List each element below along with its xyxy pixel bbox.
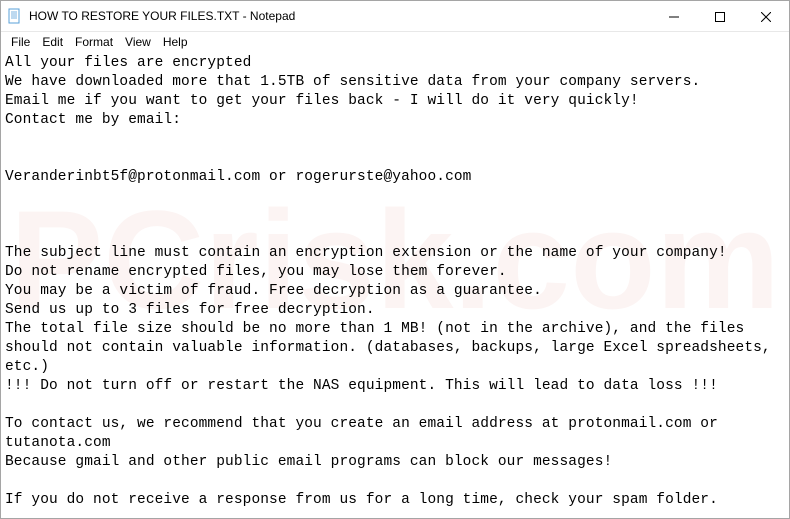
text-area[interactable]: All your files are encrypted We have dow… — [1, 52, 789, 518]
notepad-icon — [7, 8, 23, 24]
menu-file[interactable]: File — [5, 34, 36, 50]
menu-format[interactable]: Format — [69, 34, 119, 50]
titlebar[interactable]: HOW TO RESTORE YOUR FILES.TXT - Notepad — [1, 1, 789, 32]
minimize-icon — [669, 12, 679, 22]
window-controls — [651, 1, 789, 31]
menu-help[interactable]: Help — [157, 34, 194, 50]
minimize-button[interactable] — [651, 1, 697, 32]
close-button[interactable] — [743, 1, 789, 32]
notepad-window: HOW TO RESTORE YOUR FILES.TXT - Notepad … — [0, 0, 790, 519]
maximize-button[interactable] — [697, 1, 743, 32]
window-title: HOW TO RESTORE YOUR FILES.TXT - Notepad — [29, 9, 651, 23]
menu-view[interactable]: View — [119, 34, 157, 50]
menu-edit[interactable]: Edit — [36, 34, 69, 50]
close-icon — [761, 12, 771, 22]
menubar: File Edit Format View Help — [1, 32, 789, 52]
maximize-icon — [715, 12, 725, 22]
